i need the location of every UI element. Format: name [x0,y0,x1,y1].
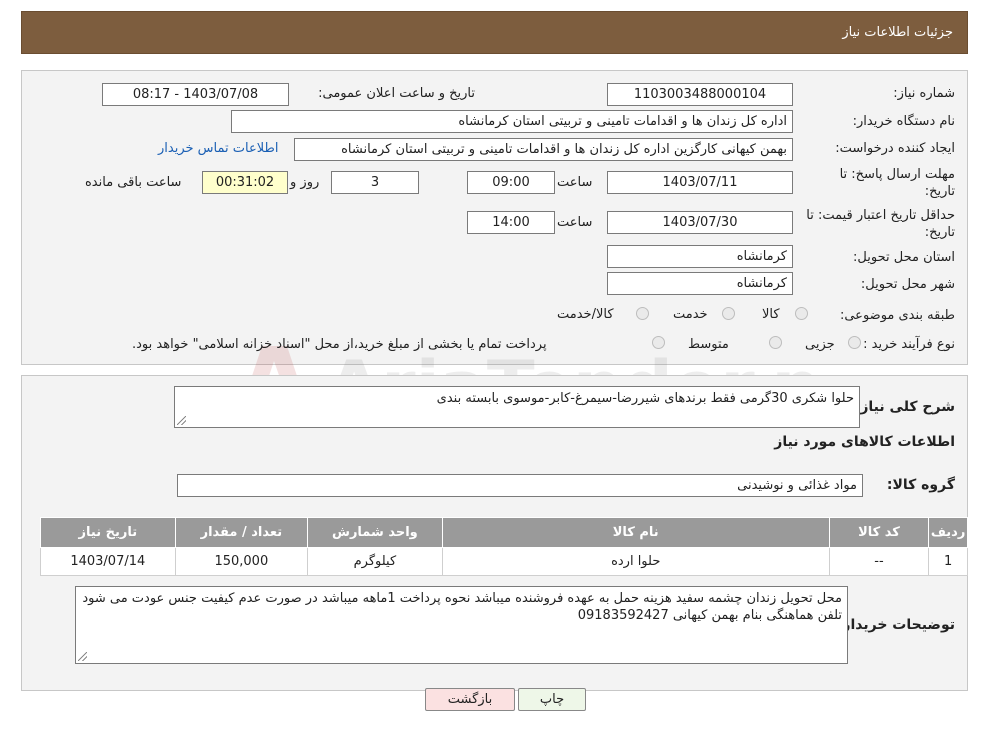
deadline-time-label: ساعت [557,175,593,190]
page-header: جزئیات اطلاعات نیاز [21,11,968,54]
col-quantity: تعداد / مقدار [174,517,309,548]
province-field: کرمانشاه [607,245,793,268]
announce-label: تاریخ و ساعت اعلان عمومی: [318,86,475,101]
buyer-notes-textarea[interactable]: محل تحویل زندان چشمه سفید هزینه حمل به ع… [75,586,848,664]
days-label: روز و [290,175,320,190]
process-option-medium: متوسط [688,337,729,352]
category-radio-goods-service[interactable] [636,307,649,320]
resize-handle-icon[interactable] [78,652,87,661]
validity-time-label: ساعت [557,215,593,230]
buyer-contact-link[interactable]: اطلاعات تماس خریدار [158,141,278,156]
cell-goods-code: -- [828,547,930,576]
resize-handle-icon[interactable] [177,416,186,425]
cell-row-number: 1 [928,547,968,576]
cell-unit: کیلوگرم [307,547,443,576]
remaining-days-field: 3 [331,171,419,194]
announce-datetime-field: 1403/07/08 - 08:17 [102,83,289,106]
cell-goods-name: حلوا ارده [441,547,830,576]
process-option-minor: جزیی [805,337,835,352]
process-radio-minor[interactable] [848,336,861,349]
city-field: کرمانشاه [607,272,793,295]
category-option-goods-service: کالا/خدمت [557,307,614,322]
need-number-label: شماره نیاز: [893,86,955,101]
process-label: نوع فرآیند خرید : [863,337,955,352]
table-row: 1 -- حلوا ارده کیلوگرم 150,000 1403/07/1… [40,547,968,576]
buyer-org-field: اداره کل زندان ها و اقدامات تامینی و ترب… [231,110,793,133]
deadline-date-field: 1403/07/11 [607,171,793,194]
remaining-time-label: ساعت باقی مانده [85,175,182,190]
buyer-notes-label: توضیحات خریدار: [836,617,955,633]
treasury-payment-checkbox[interactable] [652,336,665,349]
buyer-org-label: نام دستگاه خریدار: [852,114,955,129]
category-label: طبقه بندی موضوعی: [839,308,955,323]
validity-date-field: 1403/07/30 [607,211,793,234]
process-note: پرداخت تمام یا بخشی از مبلغ خرید،از محل … [132,337,547,352]
process-radio-medium[interactable] [769,336,782,349]
col-goods-code: کد کالا [828,517,930,548]
province-label: استان محل تحویل: [853,250,955,265]
col-goods-name: نام کالا [441,517,830,548]
buyer-notes-text: محل تحویل زندان چشمه سفید هزینه حمل به ع… [82,591,842,623]
deadline-time-field: 09:00 [467,171,555,194]
goods-table: ردیف کد کالا نام کالا واحد شمارش تعداد /… [40,517,968,576]
col-unit: واحد شمارش [307,517,443,548]
category-option-service: خدمت [673,307,708,322]
category-radio-goods[interactable] [795,307,808,320]
goods-group-label: گروه کالا: [886,477,955,493]
goods-table-header: ردیف کد کالا نام کالا واحد شمارش تعداد /… [40,517,968,548]
requester-field: بهمن کیهانی کارگزین اداره کل زندان ها و … [294,138,793,161]
goods-group-field: مواد غذائی و نوشیدنی [177,474,863,497]
category-radio-service[interactable] [722,307,735,320]
requester-label: ایجاد کننده درخواست: [835,141,955,156]
print-button[interactable]: چاپ [518,688,586,711]
page-title: جزئیات اطلاعات نیاز [842,25,953,40]
validity-label-line1: حداقل تاریخ اعتبار قیمت: تا [806,208,955,223]
deadline-label-line2: تاریخ: [924,184,955,199]
city-label: شهر محل تحویل: [860,277,955,292]
col-row-number: ردیف [928,517,968,548]
remaining-time-field: 00:31:02 [202,171,288,194]
summary-text: حلوا شکری 30گرمی فقط برندهای شیررضا-سیمر… [436,391,854,406]
need-number-field: 1103003488000104 [607,83,793,106]
validity-time-field: 14:00 [467,211,555,234]
category-option-goods: کالا [762,307,780,322]
back-button[interactable]: بازگشت [425,688,515,711]
col-need-date: تاریخ نیاز [40,517,176,548]
need-info-panel: AriaTender.neT شماره نیاز: 1103003488000… [21,70,968,428]
cell-need-date: 1403/07/14 [40,547,176,576]
validity-label-line2: تاریخ: [924,225,955,240]
cell-quantity: 150,000 [174,547,309,576]
goods-details-panel: شرح کلی نیاز: حلوا شکری 30گرمی فقط برنده… [21,375,968,691]
summary-textarea[interactable]: حلوا شکری 30گرمی فقط برندهای شیررضا-سیمر… [174,386,860,428]
goods-info-title: اطلاعات کالاهای مورد نیاز [774,434,955,450]
deadline-label-line1: مهلت ارسال پاسخ: تا [839,167,955,182]
summary-label: شرح کلی نیاز: [854,399,955,415]
